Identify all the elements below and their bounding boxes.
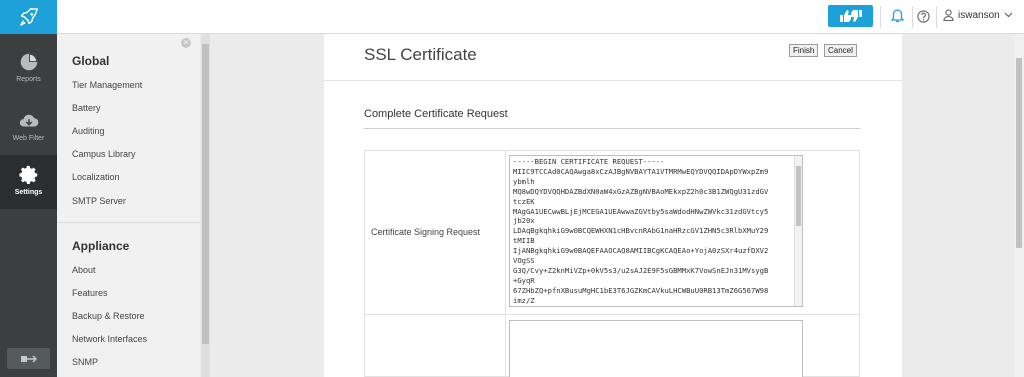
header-divider (324, 80, 902, 81)
sidebar-item-snmp[interactable]: SNMP (72, 357, 98, 367)
collapse-arrow-icon (20, 355, 37, 362)
divider (880, 6, 881, 28)
csr-label: Certificate Signing Request (371, 227, 481, 237)
help-icon (916, 9, 930, 23)
certificate-form: Certificate Signing Request -----BEGIN C… (364, 150, 861, 377)
sidebar-item-tier-management[interactable]: Tier Management (72, 80, 142, 90)
feedback-button[interactable] (828, 5, 873, 27)
page-scrollbar[interactable] (1014, 34, 1024, 377)
cancel-button[interactable]: Cancel (824, 44, 857, 57)
rail-item-label: Reports (16, 76, 41, 83)
sidebar-divider (57, 222, 200, 223)
rocket-icon (19, 8, 38, 26)
sidebar-item-localization[interactable]: Localization (72, 172, 120, 182)
help-button[interactable] (914, 7, 932, 25)
top-bar: iswanson (57, 0, 1024, 34)
notifications-button[interactable] (888, 7, 906, 25)
sidebar-scrollbar[interactable] (201, 34, 210, 377)
finish-button[interactable]: Finish (789, 44, 819, 57)
thumbs-up-down-icon (839, 10, 862, 22)
rail-item-reports[interactable]: Reports (0, 42, 57, 100)
scrollbar-thumb[interactable] (1016, 58, 1022, 248)
pie-chart-icon (20, 53, 37, 71)
divider (936, 6, 937, 28)
user-icon (943, 9, 954, 21)
app-rail: Reports Web Filter Settings (0, 0, 57, 377)
sidebar-item-smtp-server[interactable]: SMTP Server (72, 196, 126, 206)
cloud-icon (19, 114, 38, 127)
sidebar-item-battery[interactable]: Battery (72, 103, 101, 113)
app-logo[interactable] (0, 0, 57, 34)
close-icon[interactable]: × (181, 38, 191, 48)
csr-scrollbar[interactable] (794, 156, 802, 306)
section-title: Complete Certificate Request (364, 108, 508, 120)
sidebar-heading-global: Global (72, 54, 110, 68)
page-title: SSL Certificate (364, 45, 477, 64)
user-menu[interactable]: iswanson (943, 9, 1013, 21)
rail-item-label: Settings (14, 189, 43, 196)
chevron-down-icon (1004, 12, 1013, 18)
rail-item-settings[interactable]: Settings (0, 155, 57, 209)
form-row-divider (365, 314, 861, 315)
rail-item-web-filter[interactable]: Web Filter (0, 101, 57, 159)
sidebar-item-network-interfaces[interactable]: Network Interfaces (72, 334, 147, 344)
collapse-rail-button[interactable] (7, 348, 50, 369)
certificate-textarea[interactable] (509, 320, 803, 377)
sidebar-item-about[interactable]: About (72, 265, 96, 275)
sidebar-item-backup-restore[interactable]: Backup & Restore (72, 311, 145, 321)
sidebar-item-auditing[interactable]: Auditing (72, 126, 105, 136)
scrollbar-thumb[interactable] (796, 166, 801, 226)
settings-sidebar: × Global Tier Management Battery Auditin… (57, 34, 200, 377)
section-divider (364, 128, 860, 129)
sidebar-heading-appliance: Appliance (72, 239, 130, 253)
main-panel: SSL Certificate Finish Cancel Complete C… (324, 34, 902, 377)
sidebar-item-campus-library[interactable]: Campus Library (72, 149, 136, 159)
csr-textarea[interactable]: -----BEGIN CERTIFICATE REQUEST----- MIIC… (509, 155, 803, 307)
gear-icon (18, 165, 37, 184)
sidebar-item-features[interactable]: Features (72, 288, 108, 298)
form-column-divider (505, 151, 506, 377)
rail-item-label: Web Filter (12, 135, 45, 142)
bell-icon (890, 9, 904, 23)
divider (912, 6, 913, 28)
username: iswanson (958, 9, 1000, 21)
scrollbar-thumb[interactable] (202, 44, 209, 344)
